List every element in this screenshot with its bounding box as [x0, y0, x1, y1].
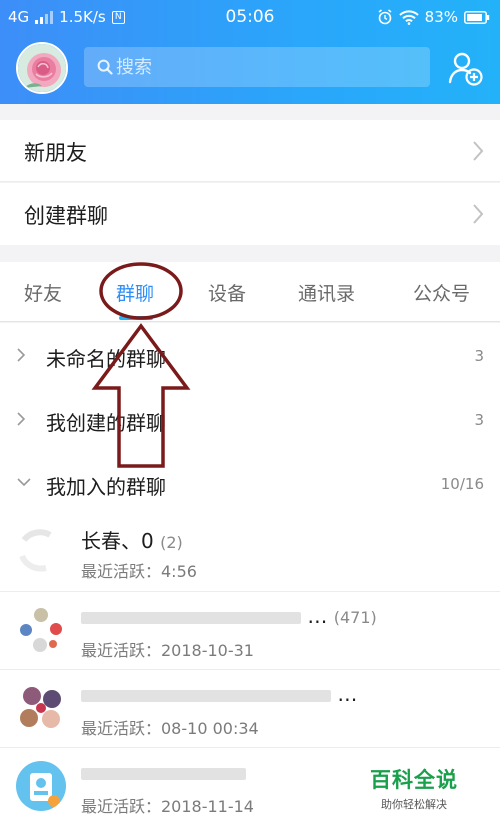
- header-bar: 4G 1.5K/s N 05:06 83%: [0, 0, 500, 104]
- search-icon: [97, 59, 113, 75]
- chat-name: …: [81, 682, 357, 706]
- search-input[interactable]: [116, 47, 416, 87]
- chevron-right-icon: [17, 412, 26, 426]
- group-label: 未命名的群聊: [46, 347, 166, 371]
- group-avatar: [16, 526, 66, 576]
- wifi-icon: [398, 9, 419, 25]
- status-bar: 4G 1.5K/s N 05:06 83%: [0, 0, 500, 36]
- search-bar[interactable]: [84, 47, 430, 87]
- chevron-down-icon: [17, 478, 31, 487]
- group-count: 3: [474, 411, 484, 429]
- chevron-right-icon: [473, 204, 484, 224]
- group-created[interactable]: 我创建的群聊 3: [0, 387, 500, 451]
- add-contact-icon[interactable]: [446, 48, 486, 88]
- chat-name: 长春、0 (2): [81, 529, 183, 553]
- list-item[interactable]: … 最近活跃：08-10 00:34: [0, 669, 500, 747]
- group-label: 我创建的群聊: [46, 411, 166, 435]
- chat-last-active: 最近活跃：08-10 00:34: [81, 719, 259, 738]
- watermark-title: 百科全说: [370, 768, 458, 792]
- battery-icon: [464, 10, 490, 24]
- group-count: 10/16: [440, 475, 484, 493]
- group-avatar: [16, 683, 66, 733]
- battery-label: 83%: [424, 8, 458, 26]
- alarm-icon: [378, 9, 392, 25]
- tab-public-accounts[interactable]: 公众号: [413, 279, 470, 306]
- group-unnamed[interactable]: 未命名的群聊 3: [0, 323, 500, 387]
- chat-name: [81, 760, 246, 784]
- list-item[interactable]: 长春、0 (2) 最近活跃：4:56: [0, 513, 500, 591]
- chat-name: … (471): [81, 604, 377, 628]
- tab-group-chats[interactable]: 群聊: [116, 279, 154, 306]
- group-joined[interactable]: 我加入的群聊 10/16: [0, 451, 500, 515]
- create-group-chat-label: 创建群聊: [24, 204, 108, 228]
- group-avatar: [16, 605, 66, 655]
- chat-last-active: 最近活跃：2018-10-31: [81, 641, 254, 660]
- new-friends-row[interactable]: 新朋友: [0, 120, 500, 182]
- tab-devices[interactable]: 设备: [208, 279, 246, 306]
- group-count: 3: [474, 347, 484, 365]
- watermark: 百科全说 助你轻松解决: [366, 764, 462, 812]
- create-group-chat-row[interactable]: 创建群聊: [0, 183, 500, 245]
- tab-address-book[interactable]: 通讯录: [298, 279, 355, 306]
- group-avatar: [16, 761, 66, 811]
- tab-friends[interactable]: 好友: [24, 279, 62, 306]
- avatar[interactable]: [16, 42, 68, 94]
- chat-last-active: 最近活跃：2018-11-14: [81, 797, 254, 816]
- active-tab-indicator: [119, 316, 153, 320]
- contact-tabs: 好友 群聊 设备 通讯录 公众号: [0, 262, 500, 322]
- chat-last-active: 最近活跃：4:56: [81, 562, 197, 581]
- watermark-subtitle: 助你轻松解决: [381, 798, 447, 811]
- list-item[interactable]: … (471) 最近活跃：2018-10-31: [0, 591, 500, 669]
- new-friends-label: 新朋友: [24, 141, 87, 165]
- chevron-right-icon: [17, 348, 26, 362]
- chevron-right-icon: [473, 141, 484, 161]
- group-label: 我加入的群聊: [46, 475, 166, 499]
